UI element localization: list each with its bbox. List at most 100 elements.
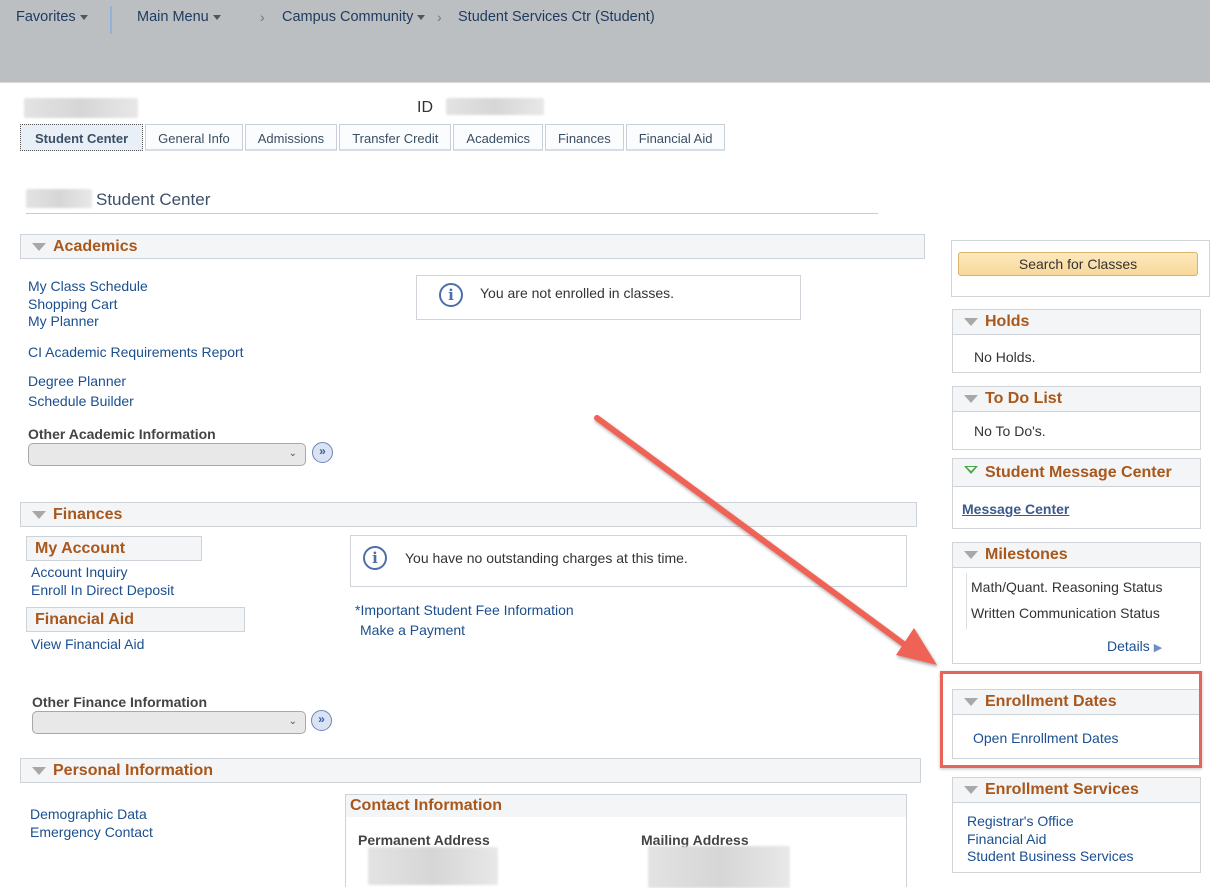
link-student-business-services[interactable]: Student Business Services — [967, 848, 1134, 864]
main-menu-label: Main Menu — [137, 9, 209, 25]
milestones-header[interactable]: Milestones — [953, 543, 1200, 568]
todo-text: No To Do's. — [974, 423, 1046, 439]
link-academic-requirements[interactable]: CI Academic Requirements Report — [28, 344, 244, 360]
breadcrumb-student-services[interactable]: Student Services Ctr (Student) — [458, 9, 655, 25]
collapse-triangle-icon — [32, 767, 46, 775]
info-icon: i — [439, 283, 463, 307]
go-button-finance[interactable]: » — [311, 710, 332, 731]
personal-info-title: Personal Information — [53, 762, 214, 779]
link-my-planner[interactable]: My Planner — [28, 313, 99, 329]
search-for-classes-button[interactable]: Search for Classes — [958, 252, 1198, 276]
my-account-title: My Account — [35, 540, 126, 557]
breadcrumb-campus-community[interactable]: Campus Community — [282, 9, 426, 25]
top-nav-bar: Favorites Main Menu › Campus Community ›… — [0, 0, 1210, 83]
chevron-down-icon: ⌄ — [288, 716, 297, 727]
student-id-redacted — [446, 98, 544, 115]
academics-title: Academics — [53, 238, 138, 255]
todo-title: To Do List — [985, 390, 1063, 407]
chevron-down-icon — [417, 14, 426, 20]
link-schedule-builder[interactable]: Schedule Builder — [28, 393, 134, 409]
student-name-redacted — [24, 98, 138, 118]
link-degree-planner[interactable]: Degree Planner — [28, 373, 126, 389]
tab-transfer-credit[interactable]: Transfer Credit — [339, 124, 452, 151]
personal-info-section-header[interactable]: Personal Information — [20, 758, 921, 783]
enrollment-services-panel: Enrollment Services Registrar's Office F… — [952, 777, 1201, 873]
collapse-triangle-icon — [964, 318, 978, 326]
other-academic-label: Other Academic Information — [28, 426, 216, 442]
link-emergency-contact[interactable]: Emergency Contact — [30, 824, 153, 840]
permanent-address-redacted — [368, 847, 498, 885]
link-view-financial-aid[interactable]: View Financial Aid — [31, 636, 144, 652]
title-divider — [26, 213, 878, 214]
id-label: ID — [417, 99, 433, 116]
finances-title: Finances — [53, 506, 123, 523]
financial-aid-title: Financial Aid — [35, 611, 134, 628]
todo-header[interactable]: To Do List — [953, 387, 1200, 412]
link-registrars-office[interactable]: Registrar's Office — [967, 813, 1074, 829]
enrollment-info-message: You are not enrolled in classes. — [480, 285, 675, 301]
contact-info-title: Contact Information — [350, 797, 502, 814]
enrollment-services-header[interactable]: Enrollment Services — [953, 778, 1200, 803]
tab-financial-aid[interactable]: Financial Aid — [625, 124, 726, 151]
nav-divider — [110, 6, 112, 34]
collapse-triangle-icon — [32, 511, 46, 519]
contact-info-header: Contact Information — [346, 795, 906, 817]
milestones-panel: Milestones Math/Quant. Reasoning Status … — [952, 542, 1201, 664]
link-my-class-schedule[interactable]: My Class Schedule — [28, 278, 148, 294]
collapse-triangle-icon — [964, 551, 978, 559]
enrollment-services-title: Enrollment Services — [985, 781, 1139, 798]
link-demographic-data[interactable]: Demographic Data — [30, 806, 147, 822]
go-button-academic[interactable]: » — [312, 442, 333, 463]
permanent-address-label: Permanent Address — [358, 832, 490, 848]
chevron-down-icon — [79, 14, 88, 20]
tab-finances[interactable]: Finances — [544, 124, 624, 151]
link-student-fee-information[interactable]: *Important Student Fee Information — [355, 602, 574, 618]
student-first-name-redacted — [26, 189, 92, 208]
message-center-header[interactable]: Student Message Center — [953, 459, 1200, 487]
chevron-down-icon — [212, 14, 221, 20]
enrollment-info-box: i You are not enrolled in classes. — [416, 275, 801, 320]
main-menu[interactable]: Main Menu — [137, 9, 221, 25]
finances-section-header[interactable]: Finances — [20, 502, 917, 527]
link-direct-deposit[interactable]: Enroll In Direct Deposit — [31, 582, 174, 598]
milestones-divider — [966, 573, 967, 629]
holds-text: No Holds. — [974, 349, 1036, 365]
message-center-title: Student Message Center — [985, 464, 1172, 481]
breadcrumb-separator-icon: › — [260, 9, 265, 25]
double-chevron-right-icon: » — [319, 444, 326, 458]
breadcrumb-separator-icon: › — [437, 9, 442, 25]
milestone-item: Math/Quant. Reasoning Status — [971, 579, 1163, 595]
link-financial-aid-office[interactable]: Financial Aid — [967, 831, 1046, 847]
collapse-triangle-icon — [964, 395, 978, 403]
double-chevron-right-icon: » — [318, 712, 325, 726]
tab-academics[interactable]: Academics — [453, 124, 543, 151]
other-academic-select[interactable]: ⌄ — [28, 443, 306, 466]
tab-student-center[interactable]: Student Center — [20, 124, 144, 151]
collapse-triangle-icon — [964, 786, 978, 794]
annotation-highlight-box — [940, 671, 1202, 768]
milestones-title: Milestones — [985, 546, 1068, 563]
milestones-details-link[interactable]: Details ▶ — [1107, 638, 1162, 654]
link-shopping-cart[interactable]: Shopping Cart — [28, 296, 118, 312]
page-title: Student Center — [96, 190, 211, 209]
academics-section-header[interactable]: Academics — [20, 234, 925, 259]
expand-triangle-icon — [964, 466, 978, 474]
link-message-center[interactable]: Message Center — [962, 501, 1069, 517]
charges-info-box: i You have no outstanding charges at thi… — [350, 535, 907, 587]
other-finance-label: Other Finance Information — [32, 694, 208, 710]
other-finance-select[interactable]: ⌄ — [32, 711, 306, 734]
milestone-item: Written Communication Status — [971, 605, 1160, 621]
favorites-menu[interactable]: Favorites — [16, 9, 88, 25]
tab-bar: Student Center General Info Admissions T… — [20, 124, 727, 152]
link-make-a-payment[interactable]: Make a Payment — [360, 622, 465, 638]
chevron-down-icon: ⌄ — [288, 448, 297, 459]
holds-title: Holds — [985, 313, 1030, 330]
message-center-panel: Student Message Center Message Center — [952, 458, 1201, 529]
mailing-address-redacted — [648, 846, 790, 888]
tab-general-info[interactable]: General Info — [145, 124, 243, 151]
holds-header[interactable]: Holds — [953, 310, 1200, 335]
todo-panel: To Do List No To Do's. — [952, 386, 1201, 450]
link-account-inquiry[interactable]: Account Inquiry — [31, 564, 128, 580]
holds-panel: Holds No Holds. — [952, 309, 1201, 373]
tab-admissions[interactable]: Admissions — [244, 124, 338, 151]
